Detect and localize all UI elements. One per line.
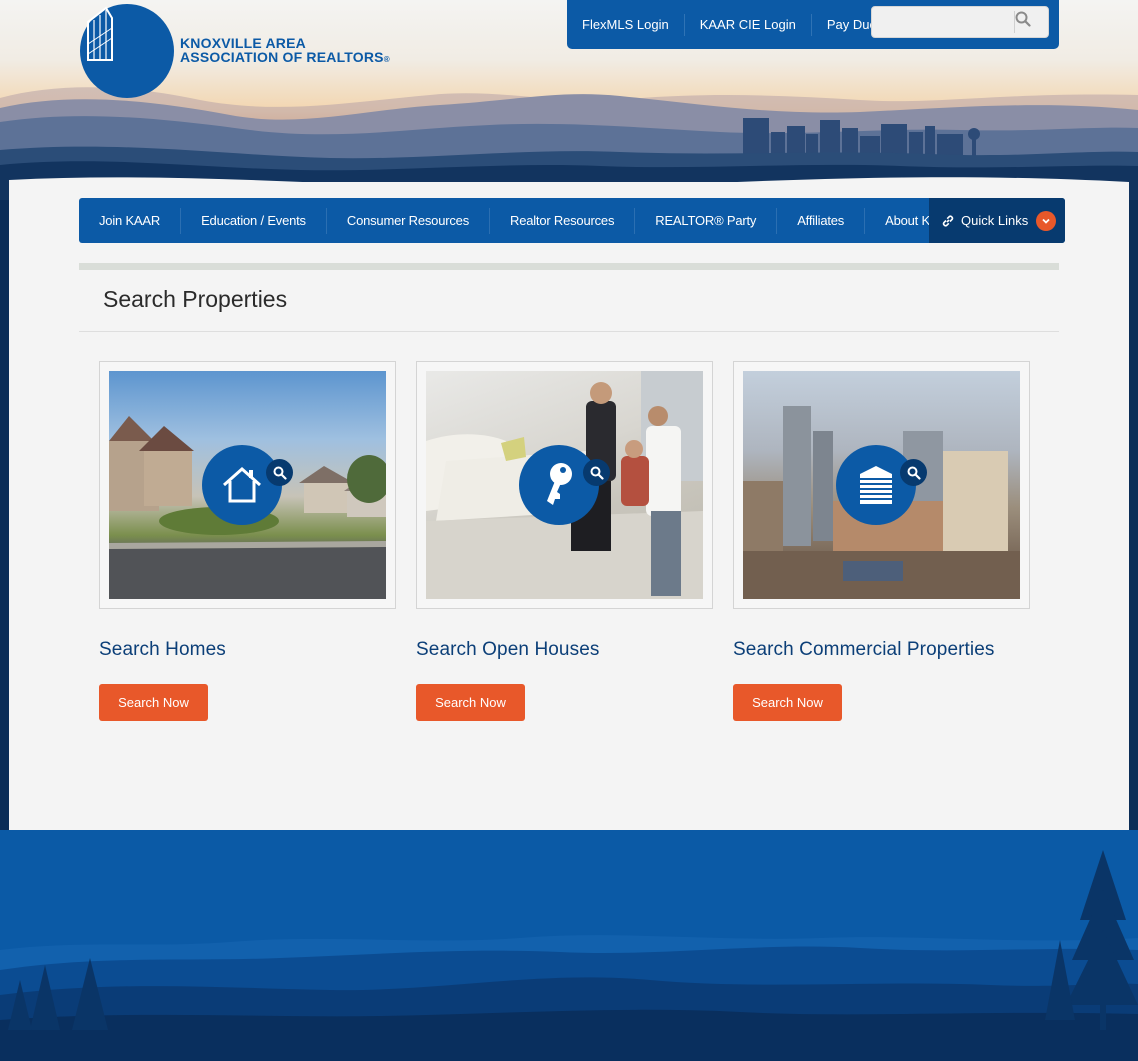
utility-bar: FlexMLS Login KAAR CIE Login Pay Dues <box>567 0 1059 49</box>
site-search <box>871 6 1049 38</box>
card-image-frame[interactable] <box>99 361 396 609</box>
quick-links-dropdown[interactable]: Quick Links <box>929 198 1065 243</box>
quick-links-label: Quick Links <box>961 213 1029 228</box>
flexmls-login-link[interactable]: FlexMLS Login <box>573 13 685 36</box>
header-banner: KNOXVILLE AREA ASSOCIATION OF REALTORS® … <box>0 0 1138 200</box>
magnifier-icon <box>900 459 927 486</box>
nav-realtor-party[interactable]: REALTOR® Party <box>635 207 778 234</box>
search-now-button[interactable]: Search Now <box>733 684 842 721</box>
card-image-frame[interactable] <box>733 361 1030 609</box>
nav-affiliates[interactable]: Affiliates <box>777 207 866 234</box>
footer-banner <box>0 830 1138 1061</box>
homes-photo[interactable] <box>109 371 386 599</box>
card-search-commercial: Search Commercial Properties Search Now <box>733 361 1030 721</box>
logo-building-icon <box>80 4 174 98</box>
card-title[interactable]: Search Homes <box>99 639 396 661</box>
footer-mountains-graphic <box>0 830 1138 1061</box>
chevron-down-icon <box>1036 210 1057 231</box>
card-search-homes: Search Homes Search Now <box>99 361 396 721</box>
key-icon <box>519 445 599 525</box>
card-image-frame[interactable] <box>416 361 713 609</box>
logo-line-1: KNOXVILLE AREA <box>180 34 306 51</box>
magnifier-icon <box>266 459 293 486</box>
title-underline <box>79 331 1059 332</box>
link-icon <box>942 215 954 226</box>
card-search-open-houses: Search Open Houses Search Now <box>416 361 713 721</box>
page-title: Search Properties <box>103 286 288 312</box>
logo-wordmark: KNOXVILLE AREA ASSOCIATION OF REALTORS® <box>180 36 390 67</box>
nav-realtor-resources[interactable]: Realtor Resources <box>490 207 636 234</box>
nav-consumer-resources[interactable]: Consumer Resources <box>327 207 490 234</box>
logo-line-2: ASSOCIATION OF REALTORS <box>180 48 384 65</box>
registered-mark: ® <box>383 54 390 64</box>
nav-education-events[interactable]: Education / Events <box>181 207 327 234</box>
search-now-button[interactable]: Search Now <box>99 684 208 721</box>
site-logo[interactable]: KNOXVILLE AREA ASSOCIATION OF REALTORS® <box>80 4 390 98</box>
section-divider <box>79 263 1059 270</box>
house-icon <box>202 445 282 525</box>
nav-join-kaar[interactable]: Join KAAR <box>79 207 182 234</box>
card-title[interactable]: Search Open Houses <box>416 639 713 661</box>
magnifier-icon <box>583 459 610 486</box>
kaar-cie-login-link[interactable]: KAAR CIE Login <box>691 13 812 36</box>
commercial-photo[interactable] <box>743 371 1020 599</box>
building-icon <box>836 445 916 525</box>
search-icon <box>1015 11 1031 27</box>
search-input[interactable] <box>872 8 1012 36</box>
main-navigation: Join KAAR Education / Events Consumer Re… <box>79 198 1065 243</box>
search-now-button[interactable]: Search Now <box>416 684 525 721</box>
search-button[interactable] <box>1014 11 1048 33</box>
open-house-photo[interactable] <box>426 371 703 599</box>
card-title[interactable]: Search Commercial Properties <box>733 639 1030 661</box>
